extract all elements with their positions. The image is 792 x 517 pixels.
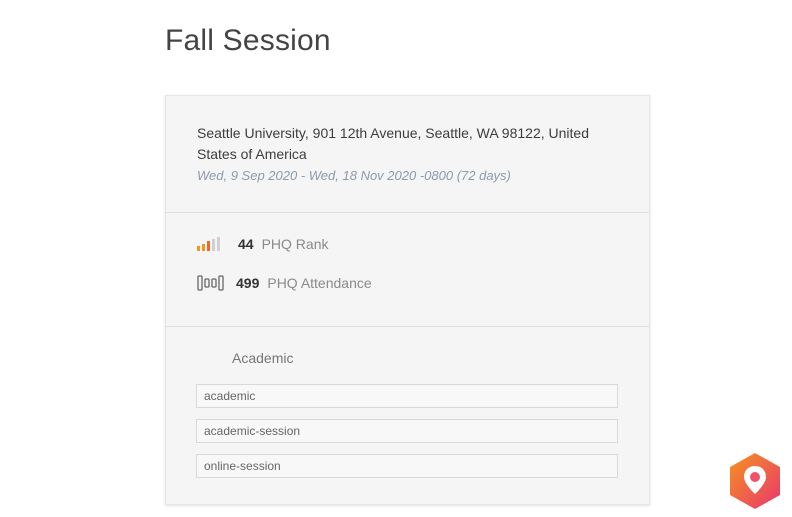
predicthq-pin-logo-icon[interactable] — [728, 452, 782, 510]
signal-bars-icon — [197, 237, 220, 251]
event-dates: Wed, 9 Sep 2020 - Wed, 18 Nov 2020 -0800… — [197, 168, 511, 183]
location-section: Seattle University, 901 12th Avenue, Sea… — [166, 96, 649, 213]
people-icon — [197, 275, 224, 291]
label-chip: academic — [196, 384, 618, 408]
phq-attendance-label: PHQ Attendance — [267, 275, 372, 291]
phq-rank-row: 44 PHQ Rank — [196, 234, 329, 254]
label-chip: academic-session — [196, 419, 618, 443]
page-title: Fall Session — [165, 24, 331, 57]
labels-heading: Academic — [232, 350, 294, 366]
stats-section — [166, 213, 649, 327]
phq-rank-label: PHQ Rank — [261, 236, 329, 252]
phq-rank-value: 44 — [238, 236, 254, 252]
phq-attendance-value: 499 — [236, 275, 260, 291]
label-chip: online-session — [196, 454, 618, 478]
phq-attendance-row: 499 PHQ Attendance — [196, 273, 372, 293]
event-card: Seattle University, 901 12th Avenue, Sea… — [165, 95, 650, 505]
event-address: Seattle University, 901 12th Avenue, Sea… — [197, 125, 589, 162]
